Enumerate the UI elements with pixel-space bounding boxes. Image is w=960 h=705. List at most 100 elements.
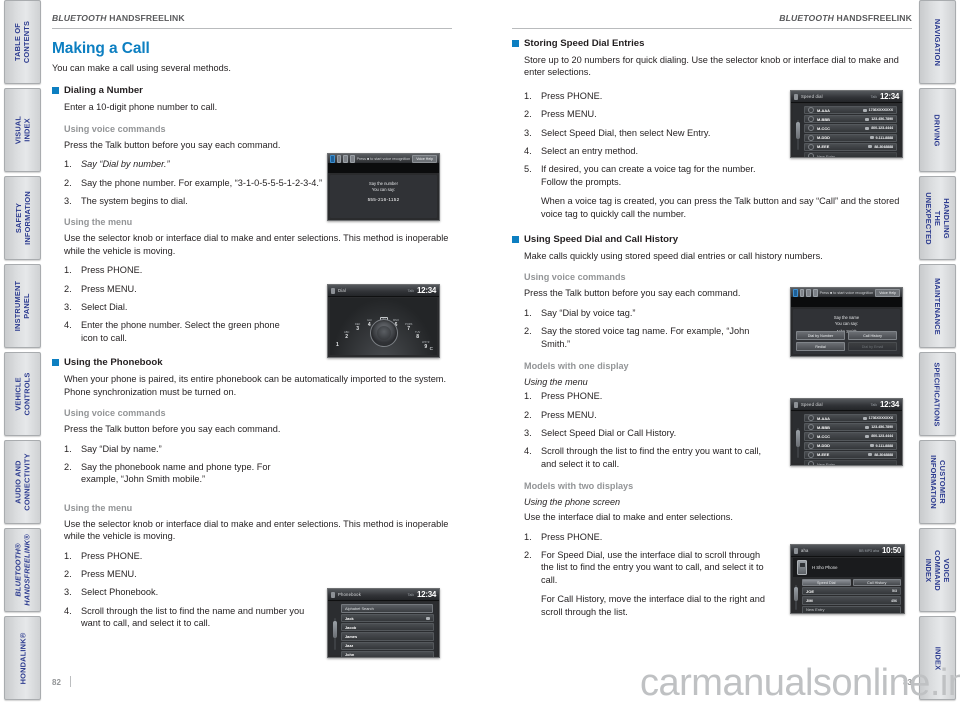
- list-item: 1. Say “Dial by name.”: [64, 443, 452, 455]
- phone-type-icon: [869, 444, 874, 448]
- sidebar-tab-safety-information[interactable]: SAFETY INFORMATION: [4, 176, 41, 260]
- table-row[interactable]: M-AAA 1736XXXXXXX: [804, 414, 897, 423]
- table-row[interactable]: M-EEE 88-3048888: [804, 450, 897, 459]
- key-3[interactable]: DEF 3: [355, 323, 360, 332]
- table-row[interactable]: Jazz: [341, 641, 434, 650]
- table-row[interactable]: Jack: [341, 614, 434, 623]
- header-rule: [512, 28, 912, 29]
- scrollbar[interactable]: [333, 618, 338, 650]
- tab-label: CUSTOMER INFORMATION: [928, 455, 947, 509]
- sidebar-tab-vehicle-controls[interactable]: VEHICLE CONTROLS: [4, 352, 41, 436]
- scrollbar-thumb[interactable]: [796, 430, 800, 447]
- sidebar-tab-hondalink[interactable]: HONDALINK®: [4, 616, 41, 700]
- section-heading-storing-speed-dial-entries: Storing Speed Dial Entries: [512, 38, 912, 49]
- table-row[interactable]: James: [341, 632, 434, 641]
- table-row[interactable]: M-DDD 9-111-8888: [804, 441, 897, 450]
- screenshot-phonebook: Phonebook Talk 12:34 Alphabet Search Jac…: [327, 588, 440, 658]
- sidebar-tab-maintenance[interactable]: MAINTENANCE: [919, 264, 956, 348]
- key-2[interactable]: ABC 2: [344, 331, 349, 340]
- scrollbar-thumb[interactable]: [794, 587, 798, 601]
- tab-label: HANDLING THE UNEXPECTED: [924, 191, 952, 245]
- voice-help-button[interactable]: Voice Help: [875, 288, 900, 297]
- new-entry-row[interactable]: New Entry: [802, 605, 901, 613]
- table-row[interactable]: M-AAA 1736XXXXXXX: [804, 106, 897, 115]
- step-text: Say “Dial by voice tag.”: [541, 307, 636, 318]
- table-row[interactable]: M-DDD 9-111-8888: [804, 133, 897, 142]
- entry-icon: [808, 143, 814, 150]
- audio-icon: [806, 288, 811, 297]
- table-row[interactable]: M-EEE 88-3048888: [804, 142, 897, 151]
- key-7[interactable]: PQRS 7: [405, 323, 412, 332]
- step-number: 3.: [64, 587, 72, 598]
- screenshot-voice-recognition-number: Press ■ to start voice recognition Voice…: [327, 153, 440, 221]
- sidebar-tab-index[interactable]: INDEX: [919, 616, 956, 700]
- sidebar-tab-bluetooth-handsfreelink[interactable]: BLUETOOTH® HANDSFREELINK®: [4, 528, 41, 612]
- sidebar-tab-visual-index[interactable]: VISUAL INDEX: [4, 88, 41, 172]
- sidebar-tab-audio-and-connectivity[interactable]: AUDIO AND CONNECTIVITY: [4, 440, 41, 524]
- table-row[interactable]: JOE 5/3: [802, 587, 901, 596]
- step-text: Select Phonebook.: [81, 587, 159, 598]
- call-history-button[interactable]: Call History: [848, 331, 897, 340]
- scrollbar-thumb[interactable]: [333, 620, 337, 639]
- entry-number: 9-111-8888: [875, 135, 894, 140]
- table-row[interactable]: John: [341, 650, 434, 657]
- clock: 12:34: [417, 590, 436, 599]
- list-item: 2. Say the stored voice tag name. For exa…: [524, 325, 756, 350]
- phone-type-icon: [865, 434, 870, 438]
- section-heading-dialing-a-number: Dialing a Number: [52, 85, 452, 96]
- table-row[interactable]: M-CCC 800-123-4444: [804, 432, 897, 441]
- tab-label: HONDALINK®: [18, 632, 28, 684]
- step-number: 1.: [64, 443, 72, 454]
- new-entry-row[interactable]: New Entry: [804, 459, 897, 465]
- alphabet-search-button[interactable]: Alphabet Search: [341, 604, 433, 613]
- table-row[interactable]: M-BBB 123-456-7890: [804, 115, 897, 124]
- status-right: Talk 12:34: [407, 590, 437, 599]
- tab-label: SPECIFICATIONS: [933, 361, 943, 427]
- scrollbar[interactable]: [794, 585, 799, 610]
- tab-label: VISUAL INDEX: [13, 115, 32, 145]
- table-row[interactable]: JIM 456: [802, 596, 901, 605]
- key-9[interactable]: WXYZ 9: [422, 341, 430, 350]
- nav-icon: [799, 288, 805, 297]
- step-number: 1.: [524, 391, 532, 402]
- voice-help-button[interactable]: Voice Help: [412, 154, 437, 163]
- tab-speed-dial[interactable]: Speed Dial: [802, 579, 851, 586]
- key-clear[interactable]: C: [430, 346, 433, 351]
- entry-icon: [808, 461, 814, 465]
- phone-type-icon: [426, 616, 430, 620]
- new-entry-row[interactable]: New Entry: [804, 151, 897, 157]
- tab-call-history[interactable]: Call History: [852, 579, 901, 586]
- scrollbar[interactable]: [796, 428, 801, 458]
- dial-by-email-button[interactable]: Dial by Email: [848, 342, 897, 351]
- scrollbar-thumb[interactable]: [796, 122, 800, 139]
- sidebar-tab-handling-the-unexpected[interactable]: HANDLING THE UNEXPECTED: [919, 176, 956, 260]
- scrollbar[interactable]: [796, 120, 801, 150]
- table-row[interactable]: M-CCC 800-123-4444: [804, 124, 897, 133]
- signal-label: Talk: [407, 592, 415, 597]
- sidebar-tab-customer-information[interactable]: CUSTOMER INFORMATION: [919, 440, 956, 524]
- table-row[interactable]: Jacob: [341, 623, 434, 632]
- key-1[interactable]: 1: [336, 342, 339, 348]
- entry-name: M-DDD: [817, 135, 830, 141]
- selector-knob[interactable]: [369, 319, 398, 348]
- sidebar-tab-instrument-panel[interactable]: INSTRUMENT PANEL: [4, 264, 41, 348]
- dial-by-number-button[interactable]: Dial by Number: [796, 331, 845, 340]
- screenshot-phone-screen-aha: aha BB MP3 aha 10:50 H Sho Phone Speed D…: [790, 544, 905, 614]
- sidebar-tab-table-of-contents[interactable]: TABLE OF CONTENTS: [4, 0, 41, 84]
- row-right: 1736XXXXXXX: [862, 108, 893, 112]
- sidebar-tab-specifications[interactable]: SPECIFICATIONS: [919, 352, 956, 436]
- table-row[interactable]: M-BBB 123-456-7890: [804, 423, 897, 432]
- section-heading-using-speed-dial-and-call-history: Using Speed Dial and Call History: [512, 234, 912, 245]
- subheading-using-the-phone-screen: Using the phone screen: [524, 497, 621, 508]
- key-8[interactable]: TUV 8: [415, 331, 420, 340]
- sidebar-tab-driving[interactable]: DRIVING: [919, 88, 956, 172]
- back-icon: [330, 154, 335, 163]
- step-number: 2.: [524, 109, 532, 120]
- sidebar-tab-navigation[interactable]: NAVIGATION: [919, 0, 956, 84]
- step-text: Select Speed Dial or Call History.: [541, 427, 677, 438]
- phone-icon: [349, 154, 355, 163]
- sidebar-tab-voice-command-index[interactable]: VOICE COMMAND INDEX: [919, 528, 956, 612]
- phone-type-icon: [862, 416, 867, 420]
- tab-label: INSTRUMENT PANEL: [13, 280, 32, 332]
- redial-button[interactable]: Redial: [796, 342, 845, 351]
